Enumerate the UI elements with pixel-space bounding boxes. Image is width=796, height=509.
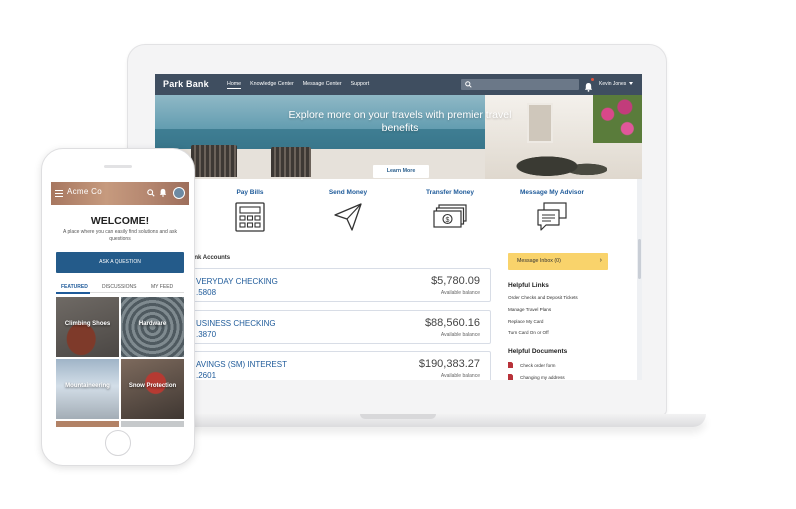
tab-my-feed[interactable]: MY FEED [151, 284, 173, 290]
hero-title: Explore more on your travels with premie… [288, 109, 512, 134]
topic-tile[interactable] [121, 421, 184, 427]
cash-stack-icon: $ [433, 204, 467, 228]
laptop-screen: Park Bank Home Knowledge Center Message … [155, 74, 642, 380]
nav-knowledge-center[interactable]: Knowledge Center [250, 81, 294, 89]
account-name: VERYDAY CHECKING [196, 277, 278, 286]
notification-dot [591, 78, 594, 81]
tile-label: Mountaineering [65, 383, 110, 389]
phone-screen: Acme Co WELCOME! A place where you can e… [51, 182, 189, 427]
welcome-title: WELCOME! [90, 215, 150, 227]
account-balance: $190,383.27 [418, 358, 480, 370]
account-balance: $5,780.09 [431, 275, 480, 287]
search-icon[interactable] [147, 189, 155, 197]
document-label: Changing my address [520, 374, 565, 380]
notification-bell-icon[interactable] [159, 188, 167, 197]
message-inbox-button[interactable]: Message Inbox (0) › [508, 253, 608, 270]
hero-chair [271, 147, 311, 177]
calculator-icon [235, 202, 265, 232]
tile-label: Snow Protection [128, 383, 177, 389]
hero-flowers [593, 95, 642, 143]
phone-speaker [104, 165, 132, 168]
helpful-links-heading: Helpful Links [508, 282, 549, 289]
helpful-link[interactable]: Manage Travel Plans [508, 307, 551, 312]
helpful-docs-heading: Helpful Documents [508, 348, 568, 355]
phone-brand: Acme Co [67, 187, 102, 196]
topic-tile-hardware[interactable]: Hardware [121, 297, 184, 357]
tab-featured[interactable]: FEATURED [61, 284, 88, 290]
action-transfer-money[interactable]: Transfer Money $ [415, 189, 485, 233]
welcome-subtitle: A place where you can easily find soluti… [63, 229, 177, 242]
hero-bush [507, 147, 607, 179]
balance-label: Available balance [440, 332, 480, 338]
account-name: USINESS CHECKING [196, 319, 276, 328]
accounts-heading: ank Accounts [191, 255, 231, 261]
document-link[interactable]: Changing my address [508, 374, 565, 380]
hero-chair [191, 145, 237, 177]
action-message-advisor[interactable]: Message My Advisor [507, 189, 597, 233]
phone-home-button[interactable] [105, 430, 131, 456]
active-tab-indicator [56, 292, 90, 294]
topic-tile-snow-protection[interactable]: Snow Protection [121, 359, 184, 419]
tab-discussions[interactable]: DISCUSSIONS [102, 284, 136, 290]
account-card[interactable]: USINESS CHECKING .3870 $88,560.16 Availa… [191, 310, 491, 344]
ask-question-button[interactable]: ASK A QUESTION [56, 252, 184, 273]
account-name: AVINGS (SM) INTEREST [196, 360, 287, 369]
inbox-label: Message Inbox (0) [517, 258, 561, 264]
chevron-down-icon[interactable] [629, 82, 633, 85]
balance-label: Available balance [440, 373, 480, 379]
helpful-link[interactable]: Turn Card On or Off [508, 330, 549, 335]
tile-label: Climbing Shoes [64, 321, 111, 327]
chevron-right-icon: › [599, 257, 602, 264]
account-number: .2601 [196, 371, 217, 380]
account-number: .5808 [196, 288, 217, 297]
action-label: Send Money [328, 189, 368, 196]
tile-label: Hardware [138, 321, 167, 327]
phone-header: Acme Co [51, 182, 189, 205]
hamburger-menu-icon[interactable] [55, 190, 63, 199]
laptop-notch [360, 414, 436, 419]
account-card[interactable]: VERYDAY CHECKING .5808 $5,780.09 Availab… [191, 268, 491, 302]
topic-tile-climbing-shoes[interactable]: Climbing Shoes [56, 297, 119, 357]
chat-bubbles-icon [537, 202, 567, 231]
scrollbar[interactable] [637, 179, 642, 380]
learn-more-button[interactable]: Learn More [373, 165, 429, 178]
action-label: Pay Bills [236, 189, 264, 196]
topic-tile[interactable] [56, 421, 119, 427]
hero-window [527, 103, 553, 143]
scrollbar-thumb[interactable] [638, 239, 641, 279]
document-label: Check order form [520, 362, 556, 368]
nav-links: Home Knowledge Center Message Center Sup… [227, 81, 369, 89]
account-card[interactable]: AVINGS (SM) INTEREST .2601 $190,383.27 A… [191, 351, 491, 380]
nav-message-center[interactable]: Message Center [303, 81, 342, 89]
phone-tabs: FEATURED DISCUSSIONS MY FEED [56, 282, 184, 294]
svg-text:$: $ [446, 217, 450, 224]
balance-label: Available balance [440, 290, 480, 296]
account-balance: $88,560.16 [424, 317, 480, 329]
search-icon [465, 81, 472, 88]
topic-tile-mountaineering[interactable]: Mountaineering [56, 359, 119, 419]
nav-home[interactable]: Home [227, 81, 242, 89]
action-send-money[interactable]: Send Money [313, 189, 383, 233]
search-input[interactable] [461, 79, 579, 90]
helpful-link[interactable]: Order Checks and Deposit Tickets [508, 295, 578, 300]
action-label: Transfer Money [425, 189, 475, 196]
pdf-icon [508, 374, 513, 380]
account-number: .3870 [196, 330, 217, 339]
device-mockup: Park Bank Home Knowledge Center Message … [0, 0, 796, 509]
action-label: Message My Advisor [519, 189, 585, 196]
document-link[interactable]: Check order form [508, 362, 556, 368]
bank-logo[interactable]: Park Bank [163, 79, 209, 89]
action-pay-bills[interactable]: Pay Bills [215, 189, 285, 233]
helpful-link[interactable]: Replace My Card [508, 319, 544, 324]
nav-support[interactable]: Support [351, 81, 370, 89]
user-menu[interactable]: Kevin Jones [599, 81, 626, 87]
avatar[interactable] [173, 187, 185, 199]
top-nav: Park Bank Home Knowledge Center Message … [155, 74, 642, 95]
paper-plane-icon [334, 203, 362, 231]
pdf-icon [508, 362, 513, 368]
hero-banner: Explore more on your travels with premie… [155, 95, 642, 179]
